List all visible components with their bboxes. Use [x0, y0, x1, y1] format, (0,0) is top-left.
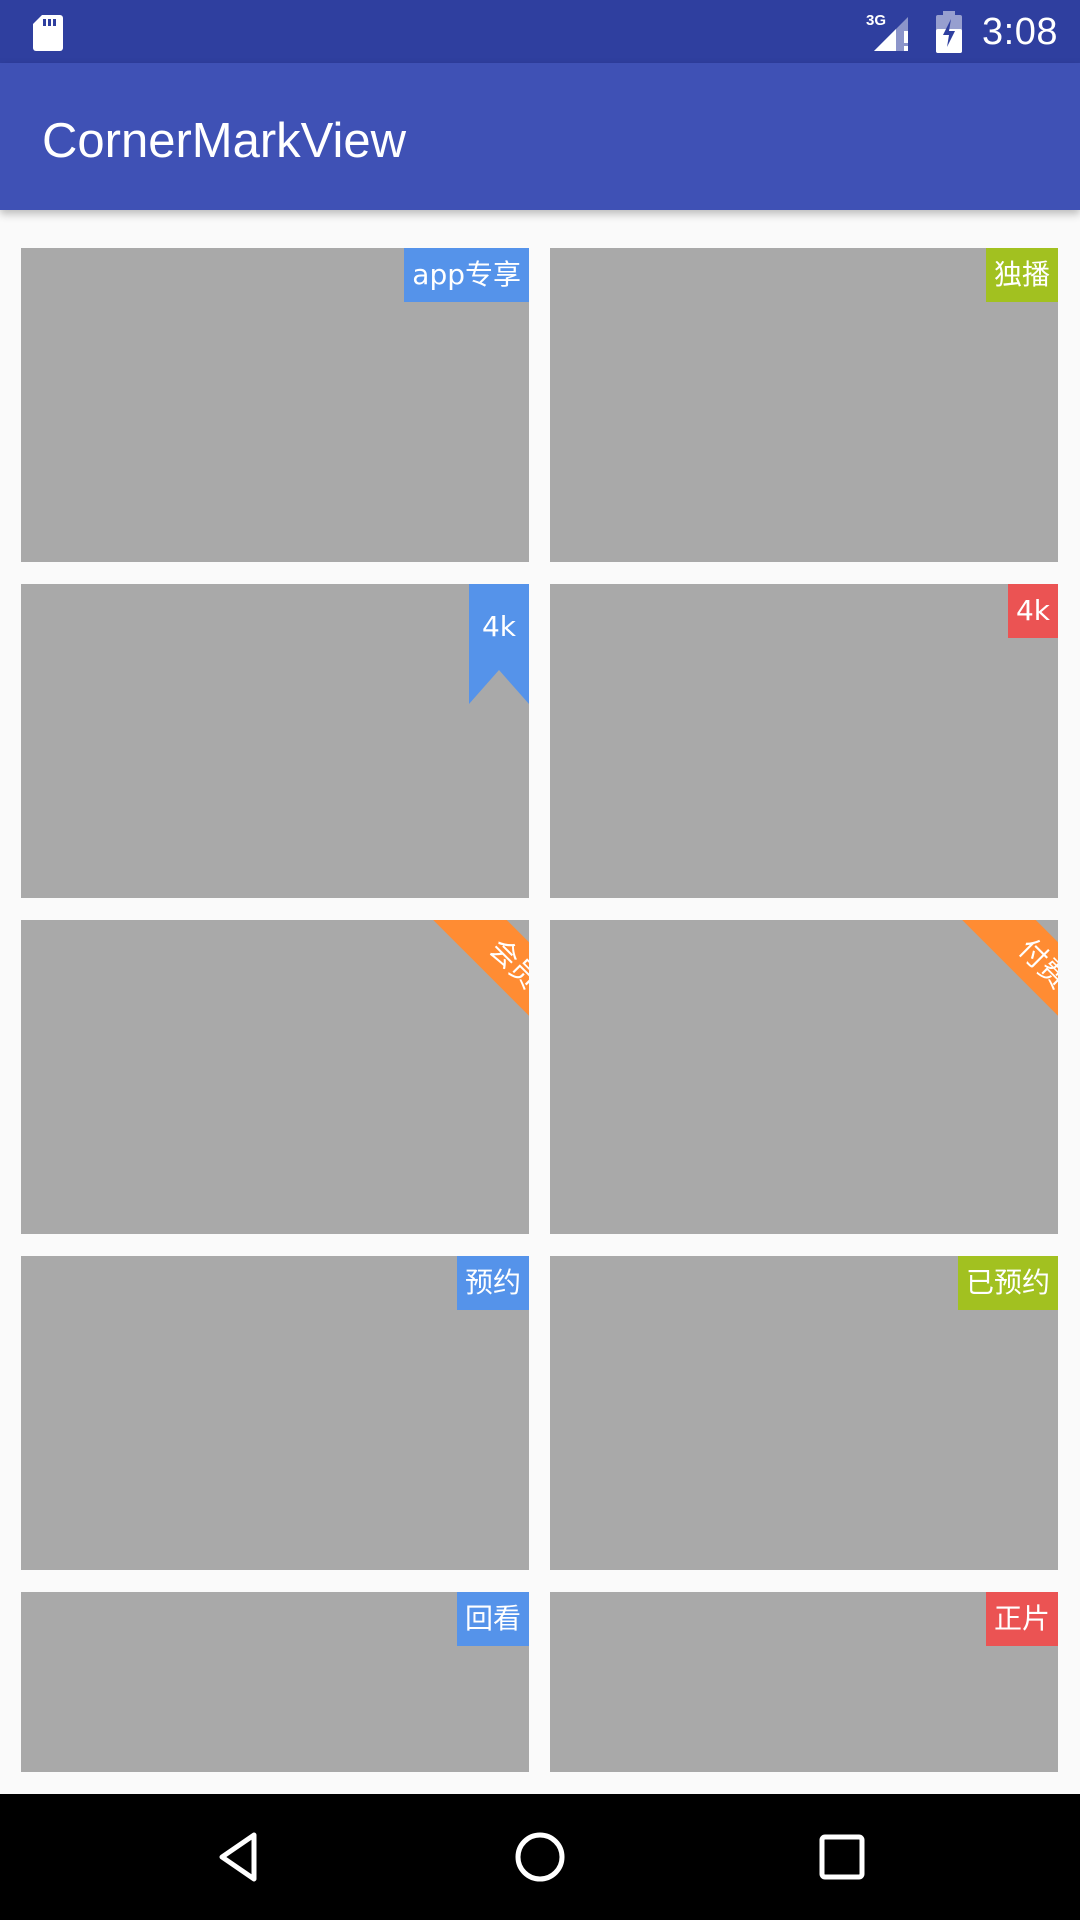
recents-icon[interactable] — [812, 1827, 872, 1887]
corner-mark-ribbon: 付费 — [938, 920, 1058, 1040]
corner-mark-tag: 已预约 — [957, 1256, 1058, 1310]
corner-mark-tag: 回看 — [456, 1592, 529, 1646]
battery-charging-icon — [936, 11, 963, 53]
bookmark-label: 4k — [481, 610, 517, 643]
navigation-bar — [0, 1794, 1080, 1920]
back-icon[interactable] — [208, 1827, 268, 1887]
sd-card-icon — [33, 15, 63, 51]
ribbon-label: 付费 — [946, 920, 1058, 1040]
ribbon-label: 会员 — [417, 920, 529, 1040]
corner-mark-tag: app专享 — [404, 248, 529, 302]
card-item[interactable]: 预约 — [21, 1256, 529, 1570]
corner-mark-bookmark: 4k — [469, 584, 529, 704]
status-bar: 3G 3:08 — [0, 0, 1080, 63]
card-item[interactable]: 回看 — [21, 1592, 529, 1772]
page-title: CornerMarkView — [42, 114, 406, 168]
bookmark-ribbon-icon — [469, 584, 529, 704]
corner-mark-tag: 预约 — [456, 1256, 529, 1310]
card-item[interactable]: 已预约 — [550, 1256, 1058, 1570]
card-grid: app专享 独播 4k 4k 会员 付费 预约 已预约 回看 正片 — [0, 210, 1080, 1794]
card-item[interactable]: 4k — [21, 584, 529, 898]
home-icon[interactable] — [510, 1827, 570, 1887]
corner-mark-tag: 4k — [1007, 584, 1058, 638]
clock: 3:08 — [982, 10, 1058, 53]
card-item[interactable]: 会员 — [21, 920, 529, 1234]
corner-mark-ribbon: 会员 — [409, 920, 529, 1040]
card-item[interactable]: 独播 — [550, 248, 1058, 562]
corner-mark-tag: 正片 — [985, 1592, 1058, 1646]
signal-3g-icon: 3G — [866, 12, 909, 51]
card-item[interactable]: 4k — [550, 584, 1058, 898]
app-bar: CornerMarkView — [0, 63, 1080, 210]
corner-mark-tag: 独播 — [985, 248, 1058, 302]
card-item[interactable]: 正片 — [550, 1592, 1058, 1772]
card-item[interactable]: 付费 — [550, 920, 1058, 1234]
network-label: 3G — [866, 12, 886, 29]
card-item[interactable]: app专享 — [21, 248, 529, 562]
